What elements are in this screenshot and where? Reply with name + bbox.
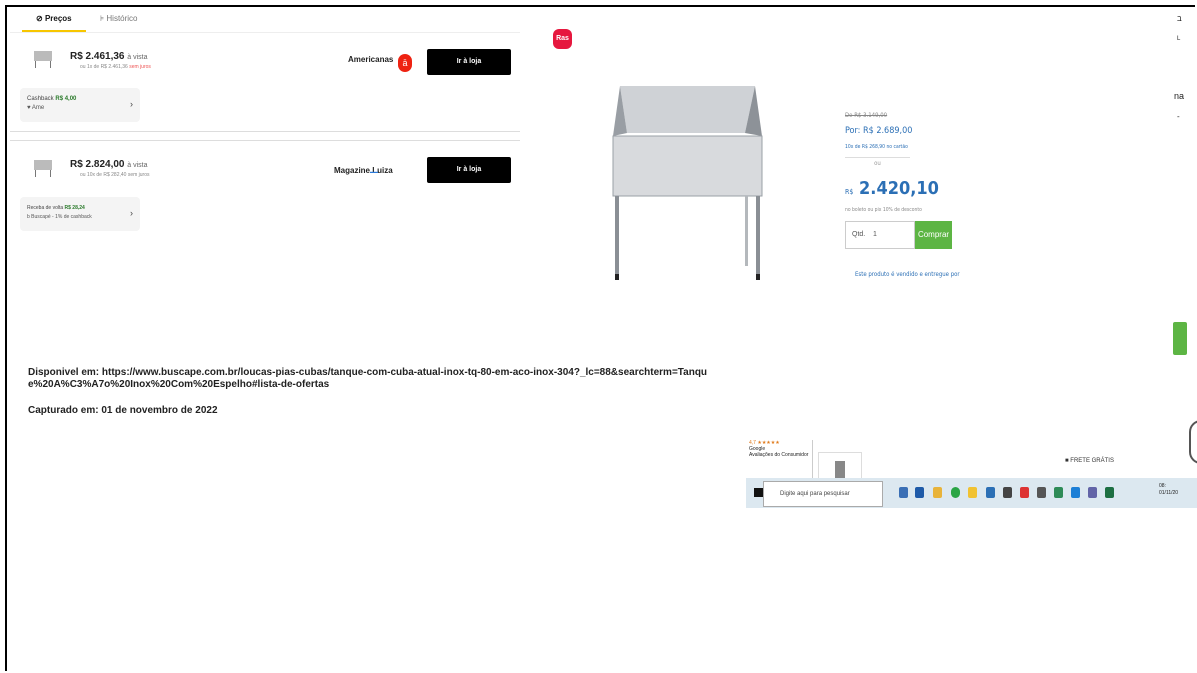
edge-text: na	[1174, 91, 1185, 101]
cashback-sub: b Buscapé - 1% de cashback	[27, 214, 92, 220]
tab-precos[interactable]: ⊘ Preços	[22, 14, 86, 32]
notepad-icon[interactable]	[1003, 487, 1012, 498]
rating-label: Avaliações do Consumidor	[749, 452, 809, 458]
comprar-button[interactable]: Comprar	[915, 221, 952, 249]
old-price: De R$ 3.149,00	[845, 112, 888, 119]
teams-icon[interactable]	[1088, 487, 1097, 498]
browser-icon[interactable]	[1071, 487, 1080, 498]
installments-text: 10x de R$ 268,90 no cartão	[845, 144, 908, 150]
ou-divider: ou	[845, 157, 910, 167]
offer-price: R$ 2.461,36 à vista	[70, 51, 148, 62]
side-scroll-icon[interactable]	[1189, 420, 1197, 464]
quantity-field[interactable]: Qtd. 1	[845, 221, 915, 249]
big-price: R$ 2.420,10	[845, 178, 939, 199]
offer-magazine-luiza: R$ 2.824,00 à vista ou 10x de R$ 282,40 …	[10, 140, 520, 241]
tab-historico[interactable]: ⊧ Histórico	[100, 14, 138, 23]
store-name: Magazine Luiza	[334, 166, 393, 175]
edge-text: ב	[1177, 14, 1182, 23]
cashback-box[interactable]: Receba de volta R$ 28,24 b Buscapé - 1% …	[20, 197, 140, 231]
edge-text: L	[1177, 36, 1181, 42]
offer-installments: ou 1x de R$ 2.461,36 sem juros	[80, 64, 151, 70]
cashback-label: Cashback R$ 4,00	[27, 96, 77, 102]
chevron-right-icon: ›	[130, 99, 133, 109]
chrome-icon[interactable]	[968, 487, 977, 498]
ir-a-loja-button[interactable]: Ir à loja	[427, 157, 511, 183]
excel-icon[interactable]	[1105, 487, 1114, 498]
cart-tab-icon[interactable]	[1173, 322, 1187, 355]
windows-taskbar: Digite aqui para pesquisar 08: 01/11/20	[746, 478, 1197, 508]
cashback-label: Receba de volta R$ 28,24	[27, 205, 85, 211]
ir-a-loja-button[interactable]: Ir à loja	[427, 49, 511, 75]
google-rating-badge: 4,7 ★★★★★ Google Avaliações do Consumido…	[749, 440, 813, 480]
store-logo: Ras	[553, 29, 572, 49]
product-thumbnail	[34, 51, 52, 68]
taskbar-clock[interactable]: 08: 01/11/20	[1159, 483, 1178, 497]
cashback-box[interactable]: Cashback R$ 4,00 ♥ Ame ›	[20, 88, 140, 122]
edge-text: -	[1177, 112, 1180, 121]
taskbar-search-input[interactable]: Digite aqui para pesquisar	[763, 481, 883, 507]
store-name: Americanas	[348, 55, 394, 64]
offer-installments: ou 10x de R$ 282,40 sem juros	[80, 172, 150, 178]
offer-americanas: R$ 2.461,36 à vista ou 1x de R$ 2.461,36…	[10, 33, 520, 132]
outlook-icon[interactable]	[986, 487, 995, 498]
qty-label: Qtd.	[852, 231, 866, 238]
product-thumbnail	[34, 160, 52, 177]
app-icon[interactable]	[1037, 487, 1046, 498]
windows-start-icon[interactable]	[754, 488, 763, 497]
cashback-sub: ♥ Ame	[27, 105, 45, 111]
price-tabs: ⊘ Preços ⊧ Histórico	[10, 8, 520, 33]
sink-product-image	[612, 86, 763, 280]
whatsapp-icon[interactable]	[951, 487, 960, 498]
taskbar-app-icon[interactable]	[899, 487, 908, 498]
tab-historico-label: Histórico	[106, 14, 138, 23]
frame-top-line	[688, 5, 1193, 7]
capture-date-text: Capturado em: 01 de novembro de 2022	[28, 405, 218, 416]
discount-text: no boleto ou pix 10% de desconto	[845, 207, 922, 213]
chevron-right-icon: ›	[130, 208, 133, 218]
opera-icon[interactable]	[1020, 487, 1029, 498]
word-icon[interactable]	[915, 487, 924, 498]
seller-info: Este produto é vendido e entregue por	[855, 271, 960, 278]
source-url-text: Disponivel em: https://www.buscape.com.b…	[28, 367, 708, 390]
offer-price: R$ 2.824,00 à vista	[70, 159, 148, 170]
magalu-logo-icon: ▬▬	[370, 169, 378, 174]
americanas-logo-icon: ā	[398, 54, 412, 72]
frete-gratis-text: ■ FRETE GRÁTIS	[1065, 458, 1114, 464]
tab-precos-label: Preços	[44, 14, 72, 23]
por-price: Por: R$ 2.689,00	[845, 126, 913, 136]
folder-icon[interactable]	[933, 487, 942, 498]
qty-value[interactable]: 1	[873, 231, 877, 238]
search-placeholder: Digite aqui para pesquisar	[780, 491, 850, 497]
edge-icon[interactable]	[1054, 487, 1063, 498]
